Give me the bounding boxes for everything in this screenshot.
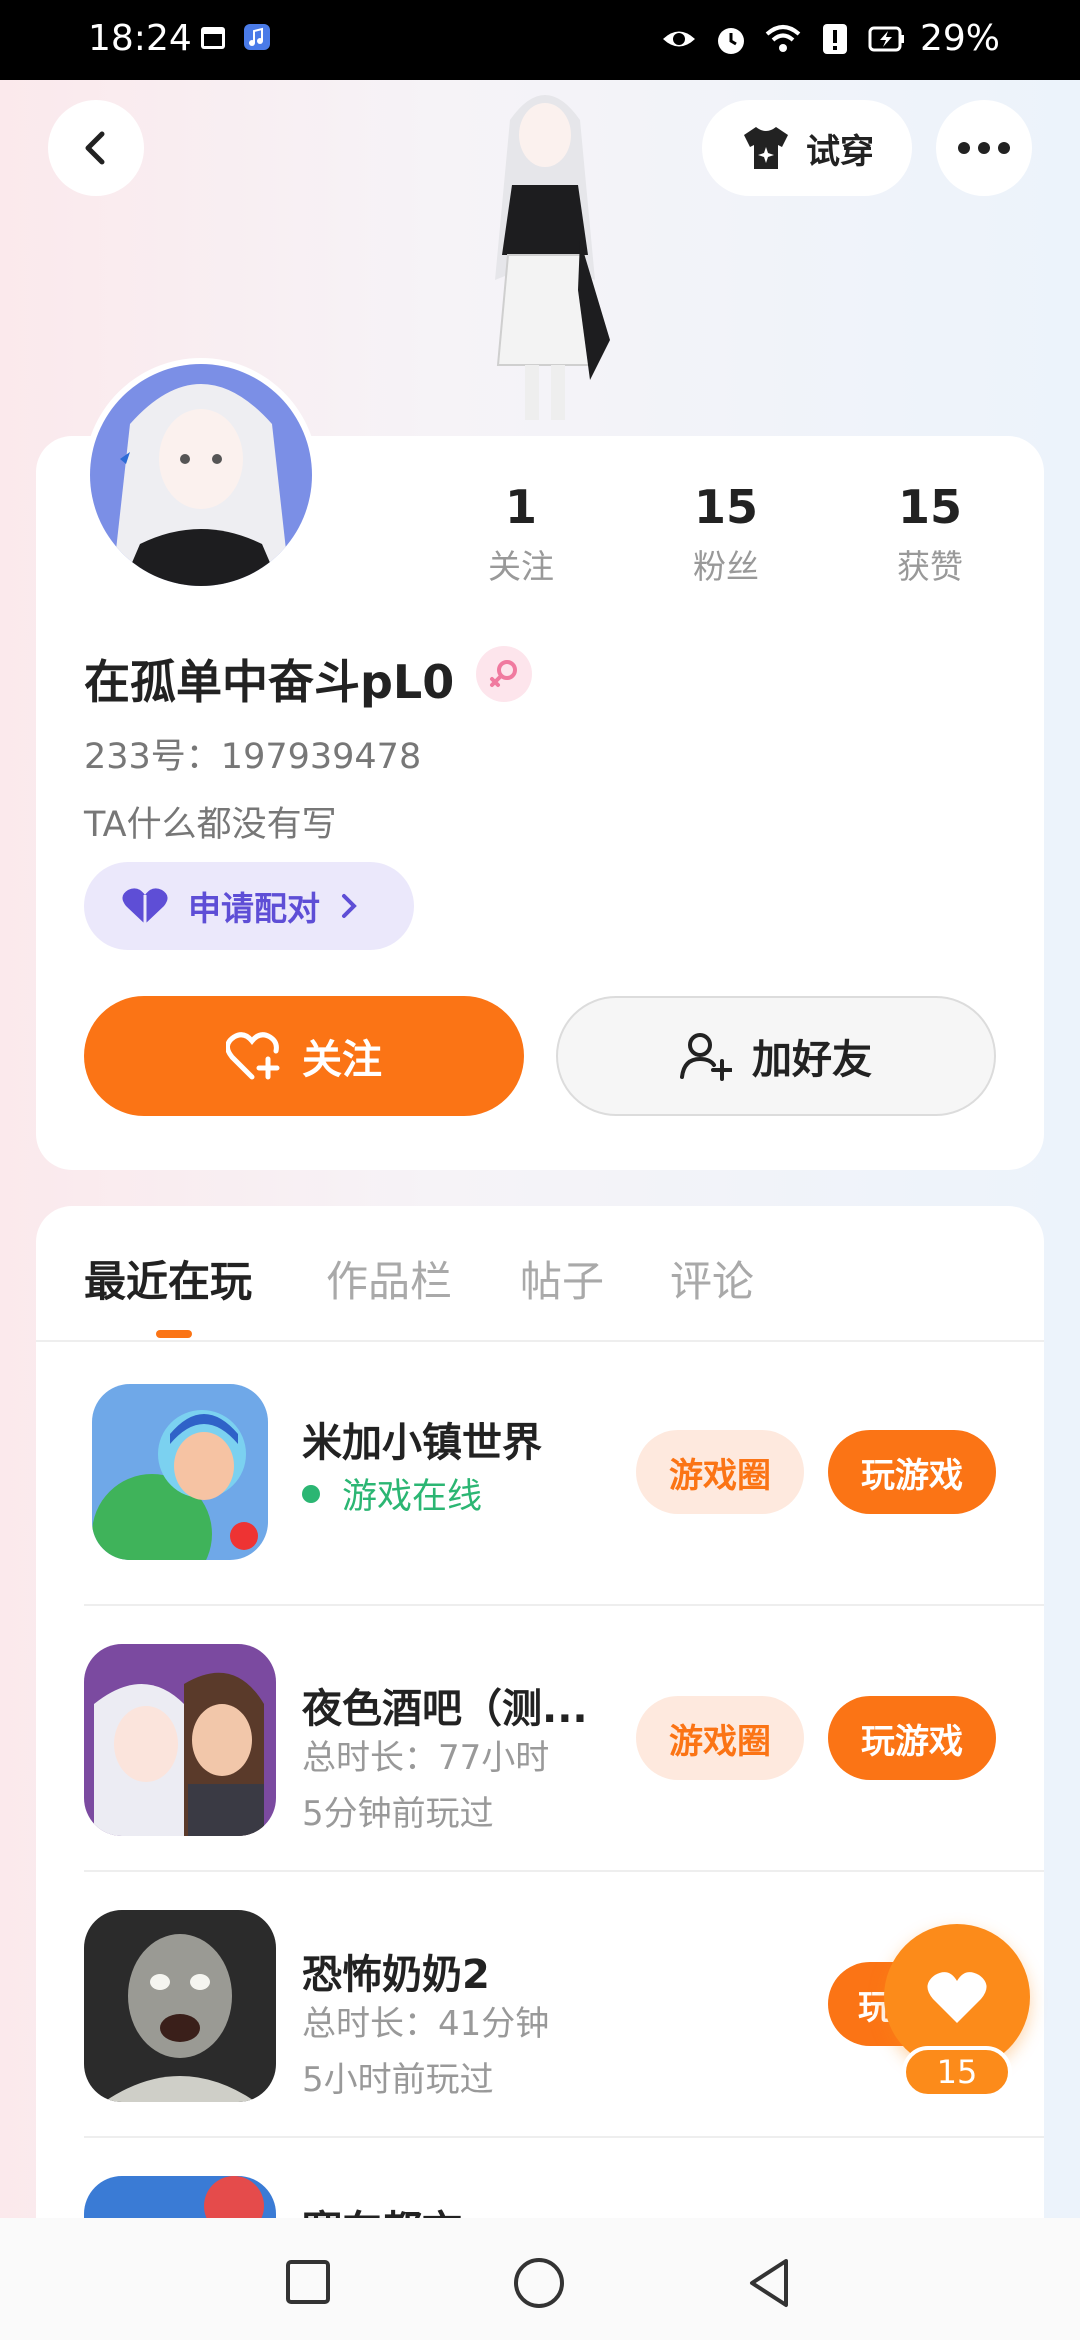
tab-active-indicator <box>156 1330 192 1338</box>
status-indicators: 29% <box>660 18 1000 59</box>
gender-female-icon <box>476 646 532 702</box>
music-app-icon <box>244 24 270 50</box>
recent-apps-icon[interactable] <box>284 2258 332 2306</box>
game-row[interactable]: 米加小镇世界 游戏在线 游戏圈 玩游戏 <box>84 1340 1044 1606</box>
heart-pair-icon <box>122 888 168 924</box>
game-duration: 总时长：41分钟 <box>302 2004 550 2044</box>
apply-pair-button[interactable]: 申请配对 <box>84 862 414 950</box>
stat-likes-label: 获赞 <box>897 547 963 586</box>
add-friend-label: 加好友 <box>752 1037 872 1083</box>
home-icon[interactable] <box>512 2256 566 2310</box>
game-name: 夜色酒吧（测... <box>302 1686 588 1732</box>
follow-label: 关注 <box>302 1037 382 1083</box>
alert-icon <box>822 23 847 54</box>
avatar-image <box>90 364 312 586</box>
stat-fans-label: 粉丝 <box>693 547 759 586</box>
stat-following-label: 关注 <box>488 547 554 586</box>
game-last-played: 5小时前玩过 <box>302 2060 494 2100</box>
game-duration: 总时长：77小时 <box>302 1738 550 1778</box>
calendar-icon <box>201 27 225 49</box>
game-name: 恐怖奶奶2 <box>302 1952 490 1998</box>
tab-works[interactable]: 作品栏 <box>326 1248 452 1309</box>
play-game-button[interactable]: 玩游戏 <box>828 1696 996 1780</box>
tab-comments[interactable]: 评论 <box>670 1248 754 1309</box>
back-nav-icon[interactable] <box>744 2256 794 2310</box>
back-button[interactable] <box>48 100 144 196</box>
heart-plus-icon <box>226 1032 280 1080</box>
play-game-button[interactable]: 玩游戏 <box>828 1430 996 1514</box>
tab-bar: 最近在玩 作品栏 帖子 评论 <box>36 1206 1044 1342</box>
stat-likes[interactable]: 15 获赞 <box>845 480 1015 588</box>
alarm-icon <box>717 27 744 54</box>
add-friend-button[interactable]: 加好友 <box>556 996 996 1116</box>
follow-button[interactable]: 关注 <box>84 996 524 1116</box>
stat-fans[interactable]: 15 粉丝 <box>641 480 811 588</box>
try-on-label: 试穿 <box>806 131 874 172</box>
stat-following-value: 1 <box>504 480 537 534</box>
battery-percent: 29% <box>919 18 1000 59</box>
character-figure <box>495 95 610 420</box>
heart-icon <box>927 1972 987 2023</box>
chevron-right-icon <box>342 894 357 918</box>
game-icon <box>84 1644 276 1836</box>
system-nav-bar <box>0 2218 1080 2340</box>
game-circle-button[interactable]: 游戏圈 <box>636 1430 804 1514</box>
username: 在孤单中奋斗pL0 <box>84 655 455 709</box>
user-id: 233号：197939478 <box>84 737 422 777</box>
chevron-left-icon <box>85 131 105 165</box>
content-card: 最近在玩 作品栏 帖子 评论 米加小镇世界 游戏在线 游戏圈 玩游戏 夜色酒吧（… <box>36 1206 1044 2340</box>
game-name: 米加小镇世界 <box>302 1420 542 1466</box>
game-icon <box>84 1910 276 2102</box>
tshirt-icon <box>744 127 788 169</box>
avatar[interactable] <box>84 358 318 592</box>
stat-likes-value: 15 <box>897 480 962 534</box>
stat-following[interactable]: 1 关注 <box>436 480 606 588</box>
game-icon <box>92 1384 268 1560</box>
stat-fans-value: 15 <box>693 480 758 534</box>
game-online-status: 游戏在线 <box>302 1468 482 1519</box>
user-plus-icon <box>680 1033 732 1081</box>
apply-pair-label: 申请配对 <box>188 889 320 928</box>
try-on-button[interactable]: 试穿 <box>702 100 912 196</box>
wifi-icon <box>765 24 801 52</box>
online-dot <box>302 1484 320 1503</box>
like-count-badge: 15 <box>902 2046 1012 2098</box>
tab-recently-played[interactable]: 最近在玩 <box>84 1248 252 1309</box>
user-bio: TA什么都没有写 <box>84 805 337 845</box>
online-label: 游戏在线 <box>342 1477 483 1517</box>
more-button[interactable] <box>936 100 1032 196</box>
more-dots-icon <box>958 142 1010 154</box>
status-bar: 18:24 29% <box>0 0 1080 80</box>
battery-icon <box>868 26 904 51</box>
game-last-played: 5分钟前玩过 <box>302 1794 494 1834</box>
game-circle-button[interactable]: 游戏圈 <box>636 1696 804 1780</box>
tab-posts[interactable]: 帖子 <box>520 1248 604 1309</box>
eye-icon <box>662 31 695 46</box>
status-time: 18:24 <box>88 18 192 59</box>
game-row[interactable]: 夜色酒吧（测... 总时长：77小时 5分钟前玩过 游戏圈 玩游戏 <box>84 1606 1044 1872</box>
